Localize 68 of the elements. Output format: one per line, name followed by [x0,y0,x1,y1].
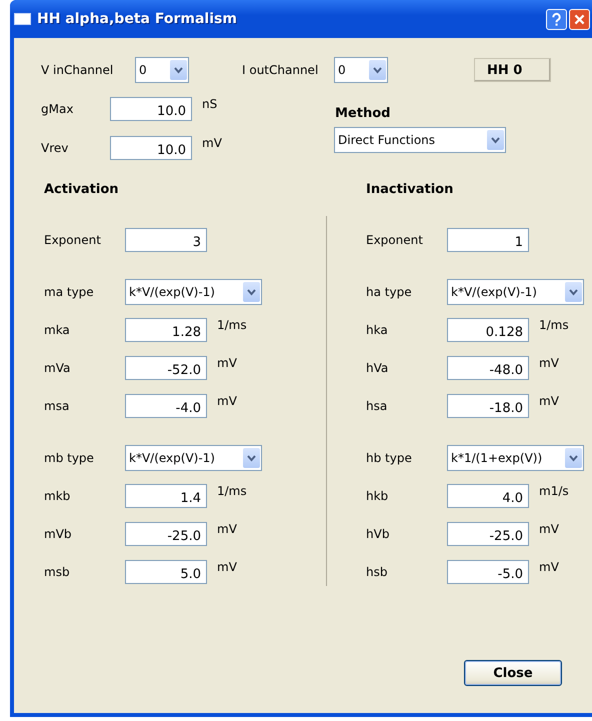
method-label: Method [335,106,392,121]
field-label: hsb [366,565,388,579]
input-field[interactable]: -25.0 [125,522,207,546]
method-dropdown[interactable]: Direct Functions [334,127,506,153]
unit-label: mV [539,560,559,574]
input-field[interactable]: 5.0 [125,560,207,584]
field-label: mkb [44,489,72,503]
input-field[interactable]: -52.0 [125,356,207,380]
input-field[interactable]: -5.0 [447,560,529,584]
unit-label: 1/ms [217,484,247,498]
unit-label: nS [202,97,218,111]
field-label: I outChannel [242,63,320,77]
unit-label: m1/s [539,484,569,498]
unit-label: mV [217,394,237,408]
input-field[interactable]: 1 [447,228,529,252]
section-title: Inactivation [366,182,454,199]
input-field[interactable]: 1.4 [125,484,207,508]
input-field[interactable]: 3 [125,228,207,252]
field-label: ma type [44,285,95,299]
close-icon[interactable] [569,8,590,30]
field-label: ha type [366,285,413,299]
close-button[interactable]: Close [464,660,562,686]
field-label: Vrev [41,141,70,155]
input-field[interactable]: -18.0 [447,394,529,418]
input-field[interactable]: -4.0 [125,394,207,418]
field-label: msa [44,399,70,413]
field-label: gMax [41,102,74,116]
input-field[interactable]: 10.0 [110,136,192,160]
field-label: msb [44,565,71,579]
input-field[interactable]: 1.28 [125,318,207,342]
field-label: hVb [366,527,390,541]
input-field[interactable]: 0.128 [447,318,529,342]
name-badge: HH 0 [474,58,551,82]
input-field[interactable]: 4.0 [447,484,529,508]
unit-label: 1/ms [539,318,569,332]
unit-label: mV [539,394,559,408]
unit-label: mV [539,356,559,370]
field-label: hb type [366,451,413,465]
input-field[interactable]: -48.0 [447,356,529,380]
unit-label: mV [217,560,237,574]
type-dropdown[interactable]: k*V/(exp(V)-1) [125,445,262,471]
field-label: Exponent [44,233,102,247]
field-label: V inChannel [41,63,114,77]
field-label: mVb [44,527,73,541]
help-button[interactable] [546,8,567,30]
field-label: mVa [44,361,72,375]
unit-label: 1/ms [217,318,247,332]
field-label: hka [366,323,389,337]
channel-dropdown[interactable]: 0 [135,57,189,83]
unit-label: mV [202,136,222,150]
section-title: Activation [44,182,120,199]
type-dropdown[interactable]: k*V/(exp(V)-1) [125,279,262,305]
unit-label: mV [217,356,237,370]
field-label: mka [44,323,71,337]
unit-label: mV [539,522,559,536]
field-label: hsa [366,399,388,413]
field-label: mb type [44,451,95,465]
field-label: Exponent [366,233,424,247]
input-field[interactable]: -25.0 [447,522,529,546]
type-dropdown[interactable]: k*1/(1+exp(V)) [447,445,584,471]
type-dropdown[interactable]: k*V/(exp(V)-1) [447,279,584,305]
input-field[interactable]: 10.0 [110,97,192,121]
window-title: HH alpha,beta Formalism [37,11,238,27]
window-icon [14,13,31,25]
field-label: hVa [366,361,390,375]
unit-label: mV [217,522,237,536]
field-label: hkb [366,489,390,503]
channel-dropdown[interactable]: 0 [334,57,388,83]
